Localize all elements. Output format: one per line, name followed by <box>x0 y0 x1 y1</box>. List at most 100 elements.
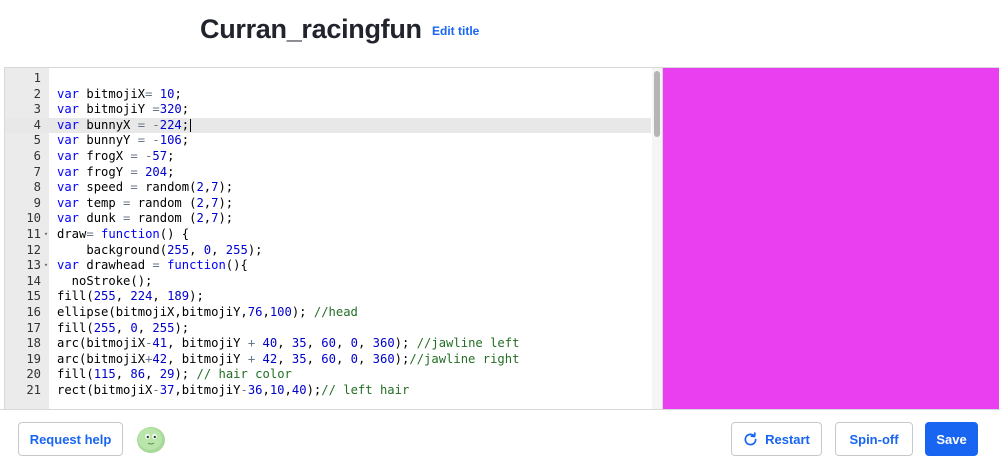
code-token: ; <box>167 164 175 179</box>
line-number: 12 <box>26 242 41 257</box>
line-number: 5 <box>33 133 41 148</box>
code-token: ); <box>174 367 190 382</box>
code-token: ); <box>189 289 204 304</box>
code-token: speed <box>79 180 131 195</box>
fold-arrow-icon[interactable]: ▾ <box>42 227 50 243</box>
code-editor[interactable]: 1 2 var bitmojiX= 10; 3 var bitmojiY =320; 4 v… <box>5 68 662 410</box>
line-number: 7 <box>33 164 41 179</box>
code-token: ,bitmojiY <box>174 382 241 397</box>
save-button[interactable]: Save <box>925 422 978 456</box>
code-text: draw= function() { <box>57 227 189 243</box>
restart-label: Restart <box>765 431 810 447</box>
code-token: 360 <box>372 336 395 351</box>
code-token: , <box>277 351 292 366</box>
text-cursor <box>190 118 192 132</box>
code-token: random ( <box>130 195 197 210</box>
code-token: ; <box>181 133 190 148</box>
line-number: 18 <box>26 336 41 351</box>
code-line[interactable]: 19 arc(bitmojiX+42, bitmojiY + 42, 35, 60… <box>5 352 651 368</box>
code-line[interactable]: 4 var bunnyX = -224; <box>5 117 651 134</box>
code-token: ); <box>174 320 190 335</box>
code-token: ellipse(bitmojiX,bitmojiY, <box>57 304 248 319</box>
code-line[interactable]: 18 arc(bitmojiX-41, bitmojiY + 40, 35, 60… <box>5 336 651 352</box>
code-line[interactable]: 2 var bitmojiX= 10; <box>5 87 651 103</box>
code-token: , <box>262 304 270 319</box>
code-token: 41 <box>152 336 168 351</box>
code-line[interactable]: 6 var frogX = -57; <box>5 149 651 165</box>
restart-button[interactable]: Restart <box>731 422 822 456</box>
code-token: - <box>240 382 248 397</box>
line-number: 14 <box>26 273 41 288</box>
code-line[interactable]: 9 var temp = random (2,7); <box>5 196 651 212</box>
code-text: var speed = random(2,7); <box>57 180 233 196</box>
code-token: , <box>115 367 131 382</box>
code-token: = <box>152 258 160 273</box>
code-token: = <box>137 133 146 148</box>
code-line[interactable]: 12 background(255, 0, 255); <box>5 243 651 259</box>
code-text: var temp = random (2,7); <box>57 196 233 212</box>
code-line[interactable]: 1 <box>5 71 651 87</box>
code-token: , <box>335 351 351 366</box>
code-line[interactable]: 10 var dunk = random (2,7); <box>5 211 651 227</box>
line-number: 21 <box>26 382 41 397</box>
code-token: 86 <box>130 367 146 382</box>
code-token: , <box>115 320 131 335</box>
code-text: var frogX = -57; <box>57 149 174 165</box>
spin-off-button[interactable]: Spin-off <box>835 422 913 456</box>
code-line[interactable]: 7 var frogY = 204; <box>5 165 651 181</box>
code-line[interactable]: 5 var bunnyY = -106; <box>5 133 651 149</box>
fold-arrow-icon[interactable]: ▾ <box>42 258 50 274</box>
code-line[interactable]: 16 ellipse(bitmojiX,bitmojiY,76,100); //h… <box>5 305 651 321</box>
code-token: var <box>57 164 80 179</box>
code-token: 10 <box>159 86 175 101</box>
code-token: 189 <box>167 289 190 304</box>
code-line[interactable]: 14 noStroke(); <box>5 274 651 290</box>
code-line[interactable]: 15 fill(255, 224, 189); <box>5 289 651 305</box>
line-number: 4 <box>33 117 41 132</box>
code-token: ; <box>181 117 190 132</box>
code-lines[interactable]: 1 2 var bitmojiX= 10; 3 var bitmojiY =320; 4 v… <box>5 71 651 398</box>
code-token: (){ <box>225 258 248 273</box>
code-token: 255 <box>225 242 248 257</box>
code-token: - <box>152 117 160 132</box>
code-token: ); <box>291 304 307 319</box>
code-text: var drawhead = function(){ <box>57 258 248 274</box>
code-token: ; <box>181 102 190 117</box>
code-token: //head <box>313 304 358 319</box>
code-line[interactable]: 17 fill(255, 0, 255); <box>5 321 651 337</box>
edit-title-link[interactable]: Edit title <box>432 24 479 38</box>
code-token: 0 <box>350 351 358 366</box>
code-token: var <box>57 148 80 163</box>
code-line[interactable]: 21 rect(bitmojiX-37,bitmojiY-36,10,40);//… <box>5 383 651 399</box>
code-line[interactable]: 13 ▾ var drawhead = function(){ <box>5 258 651 274</box>
code-token: random( <box>137 180 197 195</box>
code-line[interactable]: 3 var bitmojiY =320; <box>5 102 651 118</box>
code-token: 60 <box>321 336 336 351</box>
line-number: 19 <box>26 351 41 366</box>
code-line[interactable]: 11 ▾ draw= function() { <box>5 227 651 243</box>
code-line[interactable]: 20 fill(115, 86, 29); // hair color <box>5 367 651 383</box>
code-token: // hair color <box>196 367 292 382</box>
code-token: draw <box>57 226 87 241</box>
output-canvas[interactable] <box>662 68 999 410</box>
code-token: 40 <box>262 336 278 351</box>
code-token: var <box>57 211 80 226</box>
code-token: fill( <box>57 320 94 335</box>
code-line[interactable]: 8 var speed = random(2,7); <box>5 180 651 196</box>
editor-scroll-thumb[interactable] <box>654 71 660 137</box>
code-token: = <box>137 117 146 132</box>
code-token: = <box>86 226 94 241</box>
code-token: 255 <box>93 289 116 304</box>
line-number: 13 <box>26 258 41 273</box>
request-help-button[interactable]: Request help <box>18 422 123 456</box>
green-blob-avatar-icon[interactable] <box>135 423 167 455</box>
editor-scrollbar[interactable] <box>652 68 662 410</box>
code-token: - <box>152 133 160 148</box>
code-token: function <box>167 258 226 273</box>
code-token: 29 <box>159 367 175 382</box>
